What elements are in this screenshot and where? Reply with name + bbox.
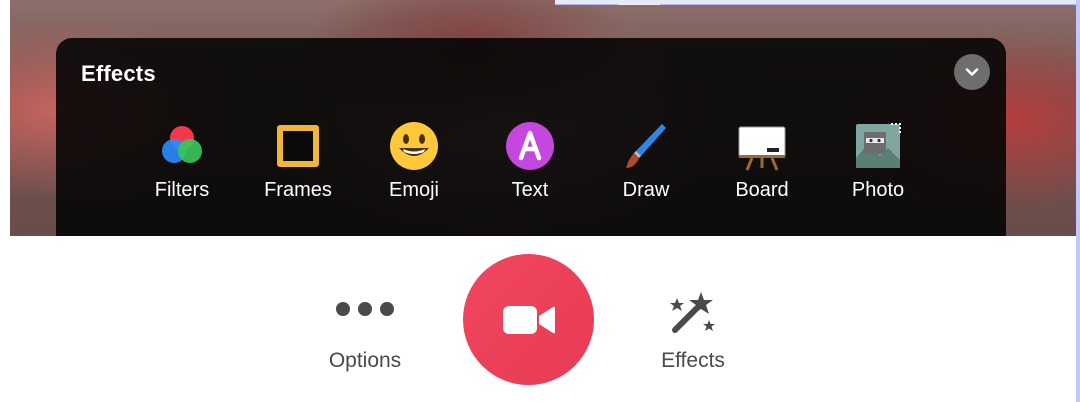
- board-icon: [738, 126, 786, 171]
- tool-emoji[interactable]: Emoji: [366, 110, 462, 210]
- chevron-down-icon: [965, 68, 979, 76]
- effects-tools: Filters Frames Emoji Text Draw Board Pho…: [56, 110, 1006, 210]
- video-camera-icon: [502, 305, 555, 334]
- tool-label-photo: Photo: [851, 179, 905, 201]
- tool-frames[interactable]: Frames: [250, 110, 346, 210]
- emoji-icon: [390, 122, 438, 170]
- tool-label-frames: Frames: [264, 179, 332, 201]
- overlay-frame-lines: [555, 0, 1080, 236]
- tool-label-text: Text: [511, 179, 549, 201]
- record-button[interactable]: [463, 254, 594, 385]
- tool-label-draw: Draw: [622, 179, 670, 201]
- tool-text[interactable]: Text: [482, 110, 578, 210]
- tool-photo[interactable]: Photo: [830, 110, 926, 210]
- effects-label: Effects: [661, 349, 725, 372]
- tool-label-board: Board: [735, 179, 789, 201]
- tool-board[interactable]: Board: [714, 110, 810, 210]
- photo-icon: [856, 123, 901, 168]
- filters-icon: [162, 126, 202, 163]
- effects-button[interactable]: Effects: [633, 276, 753, 386]
- tool-filters[interactable]: Filters: [134, 110, 230, 210]
- tool-label-emoji: Emoji: [388, 179, 439, 201]
- collapse-button[interactable]: [954, 54, 990, 90]
- bottom-toolbar: Options Effects: [0, 236, 1080, 402]
- magic-wand-icon: [670, 292, 715, 333]
- draw-icon: [626, 124, 666, 168]
- options-button[interactable]: Options: [305, 276, 425, 386]
- effects-panel: Effects Filters Frames Emoji Text Draw B…: [56, 38, 1006, 236]
- options-label: Options: [328, 349, 402, 372]
- more-dots-icon: [336, 302, 394, 316]
- left-edge: [0, 0, 10, 236]
- tool-draw[interactable]: Draw: [598, 110, 694, 210]
- frames-icon: [277, 125, 319, 167]
- text-icon: [506, 122, 554, 170]
- tool-label-filters: Filters: [154, 179, 210, 201]
- right-edge-rule: [1076, 236, 1080, 402]
- panel-title: Effects: [81, 61, 156, 86]
